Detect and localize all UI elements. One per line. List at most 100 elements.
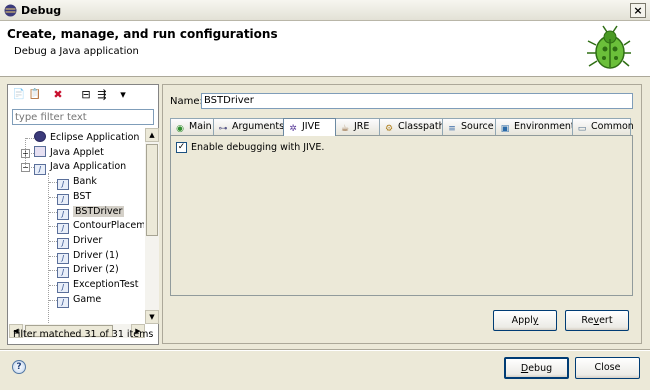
- scroll-down-arrow-icon[interactable]: ▼: [145, 310, 159, 324]
- help-icon[interactable]: ?: [12, 360, 26, 374]
- tree-item-label: Driver: [73, 234, 103, 246]
- title-bar: [0, 0, 650, 21]
- jre-icon: ☕: [340, 124, 350, 134]
- apply-button[interactable]: Apply: [493, 310, 557, 331]
- tree-connector: [49, 211, 57, 213]
- tab-label: Source: [461, 121, 494, 132]
- java-config-icon: J: [57, 223, 69, 235]
- java-config-icon: J: [57, 282, 69, 293]
- revert-button[interactable]: Revert: [565, 310, 629, 331]
- java-config-icon: J: [57, 267, 69, 279]
- tree-connector: [26, 138, 34, 139]
- java-config-icon: J: [57, 296, 69, 308]
- tree-item[interactable]: Eclipse Application: [34, 131, 139, 145]
- filter-status: Filter matched 31 of 31 items: [13, 329, 154, 340]
- header-title: Create, manage, and run configurations: [7, 27, 278, 41]
- tab-label: JIVE: [302, 121, 321, 132]
- tree-item-label: Game: [73, 293, 102, 305]
- tree-item-label: Eclipse Application: [50, 132, 140, 143]
- tree-item-label: BST: [73, 190, 92, 202]
- tree-item[interactable]: Java Applet: [34, 145, 104, 160]
- tree-item[interactable]: J ExceptionTest: [57, 278, 139, 293]
- tree-connector: [25, 138, 26, 168]
- config-tree: Eclipse Application Java Applet + J Java App…: [9, 128, 144, 324]
- jive-tab-content: [170, 135, 633, 296]
- tree-item[interactable]: J Driver (1): [57, 249, 119, 264]
- tree-item-label: Bank: [73, 176, 97, 188]
- tree-connector: [49, 299, 57, 301]
- config-name-field[interactable]: BSTDriver: [201, 93, 633, 109]
- tree-item-label: ExceptionTest: [73, 279, 139, 290]
- tab-arguments[interactable]: ⊶ Arguments: [213, 118, 284, 135]
- java-config-icon: J: [57, 179, 69, 191]
- tree-item[interactable]: J Bank: [57, 175, 97, 191]
- tree-item-label: Java Applet: [50, 146, 104, 158]
- tab-label: Environment: [514, 121, 575, 132]
- tree-item[interactable]: J Driver (2): [57, 263, 119, 279]
- collapse-all-icon[interactable]: ⊟: [79, 88, 93, 102]
- enable-jive-checkbox[interactable]: ✓: [176, 142, 187, 153]
- tree-item[interactable]: J Game: [57, 293, 102, 308]
- tab-classpath[interactable]: ⚙ Classpath: [379, 118, 445, 135]
- tree-item-label: BSTDriver: [73, 205, 125, 217]
- java-app-icon: J: [34, 164, 46, 176]
- scroll-thumb[interactable]: [146, 144, 158, 236]
- tree-connector: [49, 240, 57, 242]
- environment-icon: ▣: [500, 124, 510, 134]
- eclipse-icon: [4, 4, 17, 17]
- footer-separator: [0, 349, 650, 351]
- tab-jre[interactable]: ☕ JRE: [335, 118, 380, 135]
- tab-common[interactable]: ▭ Common: [572, 118, 634, 135]
- arguments-icon: ⊶: [218, 124, 228, 134]
- tab-source[interactable]: ≡ Source: [442, 118, 496, 135]
- duplicate-icon[interactable]: 📋: [28, 88, 42, 102]
- jive-icon: ✲: [289, 124, 297, 134]
- window-title: Debug: [21, 4, 62, 17]
- tree-vertical-scrollbar[interactable]: ▲ ▼: [145, 128, 159, 324]
- tree-connector: [48, 173, 49, 324]
- java-config-icon: J: [57, 193, 69, 205]
- bug-icon: [587, 25, 631, 69]
- header-subtitle: Debug a Java application: [14, 46, 139, 57]
- enable-jive-label: Enable debugging with JIVE.: [191, 142, 325, 153]
- classpath-icon: ⚙: [384, 124, 394, 134]
- config-list-panel: 📄📋✖⊟⇶▾ Eclipse ApplicationJava Applet+JJ…: [7, 84, 159, 345]
- tree-connector: [49, 285, 57, 286]
- common-icon: ▭: [577, 124, 587, 134]
- tab-environment[interactable]: ▣ Environment: [495, 118, 575, 135]
- applet-icon: [34, 145, 46, 157]
- name-label: Name:: [170, 96, 203, 107]
- config-tabs: ◉ Main ⊶ Arguments ✲ JIVE ☕ JRE ⚙ Classpath ≡ Sourc…: [170, 118, 634, 136]
- java-config-icon: J: [57, 237, 69, 249]
- tree-item[interactable]: J Java Application: [34, 160, 127, 176]
- tree-connector: [49, 270, 57, 272]
- main-icon: ◉: [176, 124, 184, 134]
- scroll-up-arrow-icon[interactable]: ▲: [145, 128, 159, 142]
- tree-item-label: Java Application: [50, 161, 127, 173]
- close-button[interactable]: Close: [575, 357, 640, 379]
- tree-item[interactable]: J BST: [57, 190, 92, 205]
- close-window-button[interactable]: ×: [630, 3, 646, 18]
- filter-icon[interactable]: ⇶: [95, 88, 109, 102]
- dialog-header: Create, manage, and run configurations D…: [0, 21, 650, 77]
- view-menu-icon[interactable]: ▾: [116, 88, 130, 102]
- tree-connector: [49, 196, 57, 198]
- tree-item-label: Driver (1): [73, 249, 119, 261]
- tree-item[interactable]: J ContourPlacemen: [57, 219, 144, 235]
- eclipse-icon: [34, 131, 46, 142]
- java-config-icon: J: [57, 252, 69, 264]
- new-config-icon[interactable]: 📄: [12, 88, 26, 102]
- tab-label: Common: [591, 121, 634, 132]
- tab-jive[interactable]: ✲ JIVE: [283, 118, 336, 136]
- tree-connector: [49, 255, 57, 257]
- tab-main[interactable]: ◉ Main: [170, 118, 214, 135]
- tab-label: JRE: [354, 121, 370, 132]
- tree-connector: [49, 182, 57, 184]
- filter-input[interactable]: [12, 109, 154, 125]
- debug-button[interactable]: Debug: [504, 357, 569, 379]
- delete-icon[interactable]: ✖: [51, 88, 65, 102]
- tree-item-label: Driver (2): [73, 264, 119, 276]
- tree-item[interactable]: J Driver: [57, 234, 103, 249]
- java-config-icon: J: [57, 208, 69, 220]
- tree-item[interactable]: J BSTDriver: [57, 205, 125, 220]
